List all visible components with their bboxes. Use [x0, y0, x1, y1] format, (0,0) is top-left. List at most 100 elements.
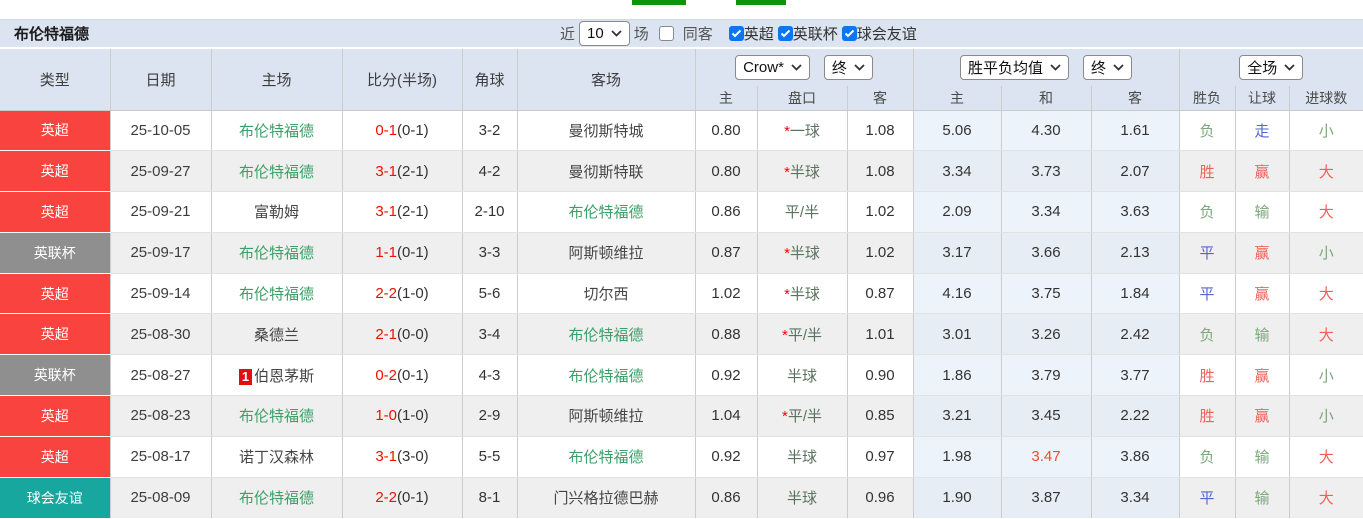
- result-cell: 负: [1179, 313, 1236, 356]
- odds-stage-select[interactable]: 终: [823, 55, 873, 80]
- match-row: 英超 25-08-23 布伦特福德 1-0(1-0) 2-9 阿斯顿维拉 1.04 *平/半 0…: [0, 395, 1363, 437]
- home-team: 1 伯恩茅斯: [211, 354, 343, 397]
- goals-cell: 小: [1289, 110, 1363, 152]
- avg-draw-cell: 3.66: [1001, 232, 1092, 274]
- avg-home-cell: 3.34: [913, 150, 1002, 193]
- match-row: 英超 25-08-30 桑德兰 2-1(0-0) 3-4 布伦特福德 0.88 *平/半 1.0…: [0, 313, 1363, 356]
- odds-away-cell: 1.02: [847, 191, 914, 233]
- score-cell: 3-1(2-1): [342, 150, 463, 193]
- result-cell: 平: [1179, 477, 1236, 518]
- away-team: 布伦特福德: [517, 191, 696, 233]
- same-away-checkbox[interactable]: [658, 26, 674, 41]
- league-badge: 球会友谊: [0, 477, 111, 518]
- corners-cell: 3-2: [462, 110, 518, 152]
- league-filter-label: 英超: [743, 26, 774, 43]
- chevron-down-icon: [611, 30, 622, 37]
- col-header-away: 客场: [517, 48, 696, 111]
- league-filter-item: 球会友谊: [841, 23, 917, 44]
- odds-away-cell: 1.08: [847, 110, 914, 152]
- scope-select[interactable]: 全场: [1239, 55, 1304, 80]
- score-cell: 2-1(0-0): [342, 313, 463, 356]
- chevron-down-icon: [1050, 64, 1061, 71]
- match-date: 25-10-05: [110, 110, 212, 152]
- avg-draw-cell: 3.45: [1001, 395, 1092, 437]
- away-team: 布伦特福德: [517, 354, 696, 397]
- league-badge: 英超: [0, 395, 111, 437]
- corners-cell: 5-6: [462, 273, 518, 315]
- top-tab-indicator[interactable]: [736, 0, 786, 5]
- goals-cell: 小: [1289, 395, 1363, 437]
- odds-away-cell: 0.87: [847, 273, 914, 315]
- avg-type-select[interactable]: 胜平负均值: [960, 55, 1070, 80]
- sub-col-avg-draw: 和: [1001, 86, 1092, 111]
- top-tab-indicator[interactable]: [632, 0, 686, 5]
- league-badge: 英超: [0, 110, 111, 152]
- handicap-cell: *半球: [757, 232, 848, 274]
- away-team: 阿斯顿维拉: [517, 232, 696, 274]
- avg-stage-select[interactable]: 终: [1083, 55, 1133, 80]
- match-date: 25-09-27: [110, 150, 212, 193]
- handicap-result-cell: 输: [1235, 436, 1290, 478]
- sub-col-goals: 进球数: [1289, 86, 1363, 111]
- sub-col-result: 胜负: [1179, 86, 1236, 111]
- col-header-type: 类型: [0, 48, 111, 111]
- handicap-cell: *半球: [757, 150, 848, 193]
- odds-company-select[interactable]: Crow*: [735, 55, 810, 80]
- chevron-down-icon: [854, 64, 865, 71]
- score-cell: 3-1(2-1): [342, 191, 463, 233]
- corners-cell: 8-1: [462, 477, 518, 518]
- league-filters: 英超 英联杯 球会友谊: [728, 23, 917, 44]
- check-icon: [780, 29, 790, 38]
- goals-cell: 大: [1289, 436, 1363, 478]
- odds-away-cell: 1.01: [847, 313, 914, 356]
- match-date: 25-09-14: [110, 273, 212, 315]
- odds-away-cell: 0.96: [847, 477, 914, 518]
- scope-select-cell: 全场: [1179, 48, 1363, 86]
- score-cell: 0-2(0-1): [342, 354, 463, 397]
- match-date: 25-08-23: [110, 395, 212, 437]
- avg-away-cell: 2.22: [1091, 395, 1180, 437]
- result-cell: 负: [1179, 191, 1236, 233]
- handicap-result-cell: 走: [1235, 110, 1290, 152]
- league-badge: 英超: [0, 150, 111, 193]
- match-date: 25-09-21: [110, 191, 212, 233]
- avg-draw-cell: 3.26: [1001, 313, 1092, 356]
- league-filter-item: 英超: [728, 23, 774, 44]
- result-cell: 胜: [1179, 395, 1236, 437]
- match-row: 英联杯 25-08-27 1 伯恩茅斯 0-2(0-1) 4-3 布伦特福德 0.92 半球 0.…: [0, 354, 1363, 397]
- avg-selects-cell: 胜平负均值 终: [913, 48, 1180, 86]
- avg-home-cell: 2.09: [913, 191, 1002, 233]
- result-cell: 胜: [1179, 354, 1236, 397]
- avg-home-cell: 3.01: [913, 313, 1002, 356]
- corners-cell: 3-3: [462, 232, 518, 274]
- match-date: 25-08-30: [110, 313, 212, 356]
- league-filter-checkbox[interactable]: [728, 26, 744, 41]
- match-history-table: 类型 日期 主场 比分(半场) 角球 客场 Crow* 终 胜平负均值 终 全场…: [0, 47, 1363, 518]
- handicap-cell: 半球: [757, 354, 848, 397]
- home-team: 布伦特福德: [211, 150, 343, 193]
- match-date: 25-08-09: [110, 477, 212, 518]
- col-header-score: 比分(半场): [342, 48, 463, 111]
- avg-home-cell: 5.06: [913, 110, 1002, 152]
- odds-home-cell: 0.86: [695, 477, 758, 518]
- odds-home-cell: 0.87: [695, 232, 758, 274]
- handicap-result-cell: 输: [1235, 313, 1290, 356]
- goals-cell: 大: [1289, 150, 1363, 193]
- col-header-date: 日期: [110, 48, 212, 111]
- odds-away-cell: 0.85: [847, 395, 914, 437]
- score-cell: 2-2(1-0): [342, 273, 463, 315]
- chevron-down-icon: [1113, 64, 1124, 71]
- home-team: 布伦特福德: [211, 110, 343, 152]
- chevron-down-icon: [791, 64, 802, 71]
- league-filter-item: 英联杯: [777, 23, 838, 44]
- odds-home-cell: 1.04: [695, 395, 758, 437]
- goals-cell: 大: [1289, 313, 1363, 356]
- handicap-cell: *半球: [757, 273, 848, 315]
- away-team: 布伦特福德: [517, 313, 696, 356]
- handicap-result-cell: 赢: [1235, 354, 1290, 397]
- league-filter-checkbox[interactable]: [841, 26, 857, 41]
- league-filter-checkbox[interactable]: [777, 26, 793, 41]
- match-row: 球会友谊 25-08-09 布伦特福德 2-2(0-1) 8-1 门兴格拉德巴赫 0.86 半…: [0, 477, 1363, 518]
- avg-away-cell: 2.07: [1091, 150, 1180, 193]
- recent-count-select[interactable]: 10: [579, 21, 630, 46]
